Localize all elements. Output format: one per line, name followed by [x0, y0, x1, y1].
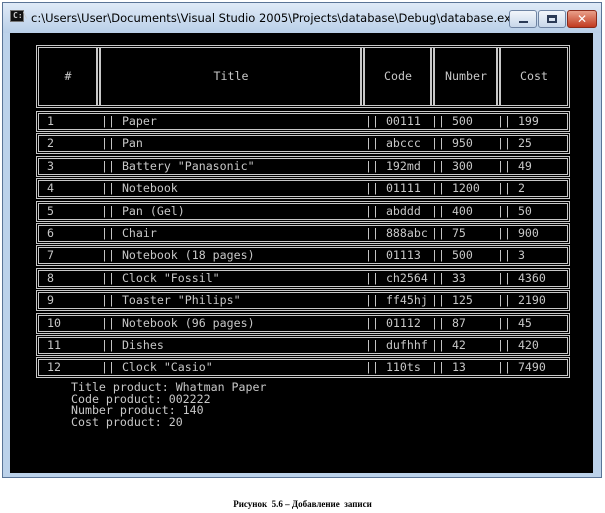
cell-num: 2: [47, 136, 54, 151]
cell-num: 4: [47, 181, 54, 196]
new-record-line: Cost product: 20: [71, 414, 183, 429]
cell-num: 6: [47, 226, 54, 240]
close-button[interactable]: ✕: [567, 10, 597, 28]
table-row: 4 || Notebook || 01111 || 1200 || 2: [36, 178, 570, 200]
table-row: 12 || Clock "Casio" || 110ts || 13 || 7490: [36, 357, 570, 379]
cell-cost: || 420: [497, 338, 539, 352]
cell-title: || Pan: [101, 136, 143, 151]
cell-cost: || 2190: [497, 293, 546, 308]
cell-num: 12: [47, 360, 61, 375]
maximize-icon: [547, 15, 557, 23]
cell-code: || abccc: [365, 136, 421, 151]
cell-number: || 500: [431, 248, 473, 263]
cell-cost: || 2: [497, 181, 525, 196]
console-app-icon[interactable]: C:\: [10, 10, 28, 22]
cell-cost: || 49: [497, 158, 532, 173]
cell-code: || 01111: [365, 181, 421, 196]
cell-number: || 33: [431, 270, 466, 285]
minimize-icon: [519, 21, 528, 23]
cell-code: || 01113: [365, 248, 421, 263]
table-row: 11 || Dishes || dufhhf || 42 || 420: [36, 335, 570, 356]
cell-code: || 192md: [365, 158, 421, 173]
cell-number: || 1200: [431, 181, 480, 196]
cell-number: || 125: [431, 293, 473, 308]
figure-caption: Рисунок 5.6 – Добавление записи: [233, 499, 372, 509]
cell-code: || 110ts: [365, 360, 421, 375]
cell-num: 5: [47, 203, 54, 218]
cell-number: || 400: [431, 203, 473, 218]
cell-number: || 42: [431, 338, 466, 352]
console-window: C:\ c:\Users\User\Documents\Visual Studi…: [2, 2, 602, 478]
cell-cost: || 199: [497, 114, 539, 128]
cell-title: || Notebook (18 pages): [101, 248, 255, 263]
cell-title: || Clock "Fossil": [101, 270, 220, 285]
table-row: 5 || Pan (Gel) || abddd || 400 || 50: [36, 200, 570, 222]
cell-code: || 01112: [365, 315, 421, 330]
cell-num: 1: [47, 114, 54, 128]
cell-num: 7: [47, 248, 54, 263]
cell-cost: || 4360: [497, 270, 546, 285]
cell-number: || 300: [431, 158, 473, 173]
table-row: 6 || Chair || 888abc || 75 || 900: [36, 223, 570, 244]
cell-number: || 500: [431, 114, 473, 128]
cell-num: 3: [47, 158, 54, 173]
header-number: Number: [445, 69, 487, 83]
table-row: 9 || Toaster "Philips" || ff45hj || 125 || 2…: [36, 290, 570, 312]
console-output[interactable]: # Title Code Number Cost 1 || Paper || 001…: [10, 33, 593, 473]
cell-number: || 75: [431, 226, 466, 240]
table-row: 1 || Paper || 00111 || 500 || 199: [36, 111, 570, 132]
window-title: c:\Users\User\Documents\Visual Studio 20…: [31, 11, 518, 25]
minimize-button[interactable]: [509, 10, 537, 28]
cell-cost: || 7490: [497, 360, 546, 375]
cell-title: || Chair: [101, 226, 157, 240]
maximize-button[interactable]: [538, 10, 566, 28]
cell-cost: || 3: [497, 248, 525, 263]
cell-number: || 87: [431, 315, 466, 330]
cell-cost: || 900: [497, 226, 539, 240]
cell-code: || 00111: [365, 114, 421, 128]
cell-title: || Notebook (96 pages): [101, 315, 255, 330]
cell-num: 10: [47, 315, 61, 330]
cell-title: || Notebook: [101, 181, 178, 196]
header-code: Code: [384, 69, 412, 83]
cell-title: || Dishes: [101, 338, 164, 352]
cell-title: || Paper: [101, 114, 157, 128]
cell-num: 11: [47, 338, 61, 352]
cell-code: || ff45hj: [365, 293, 428, 308]
close-icon: ✕: [576, 12, 588, 26]
table-row: 10 || Notebook (96 pages) || 01112 || 87 || …: [36, 312, 570, 334]
cell-title: || Battery "Panasonic": [101, 158, 255, 173]
header-title: Title: [213, 69, 249, 83]
cell-code: || abddd: [365, 203, 421, 218]
table-row: 7 || Notebook (18 pages) || 01113 || 500 || …: [36, 245, 570, 267]
cell-code: || 888abc: [365, 226, 428, 240]
table-row: 8 || Clock "Fossil" || ch2564 || 33 || 4360: [36, 267, 570, 289]
cell-cost: || 45: [497, 315, 532, 330]
title-bar[interactable]: C:\ c:\Users\User\Documents\Visual Studi…: [3, 3, 601, 33]
cell-title: || Clock "Casio": [101, 360, 213, 375]
header-num: #: [64, 69, 72, 83]
cell-code: || dufhhf: [365, 338, 428, 352]
app-icon-glyph: C:\: [13, 11, 28, 20]
cell-code: || ch2564: [365, 270, 428, 285]
cell-cost: || 50: [497, 203, 532, 218]
cell-cost: || 25: [497, 136, 532, 151]
cell-number: || 950: [431, 136, 473, 151]
cell-number: || 13: [431, 360, 466, 375]
table-row: 3 || Battery "Panasonic" || 192md || 300 || …: [36, 155, 570, 177]
cell-num: 9: [47, 293, 54, 308]
cell-title: || Toaster "Philips": [101, 293, 241, 308]
cell-title: || Pan (Gel): [101, 203, 185, 218]
header-cost: Cost: [520, 69, 548, 83]
table-header: # Title Code Number Cost: [36, 45, 570, 108]
cell-num: 8: [47, 270, 54, 285]
table-row: 2 || Pan || abccc || 950 || 25: [36, 133, 570, 155]
